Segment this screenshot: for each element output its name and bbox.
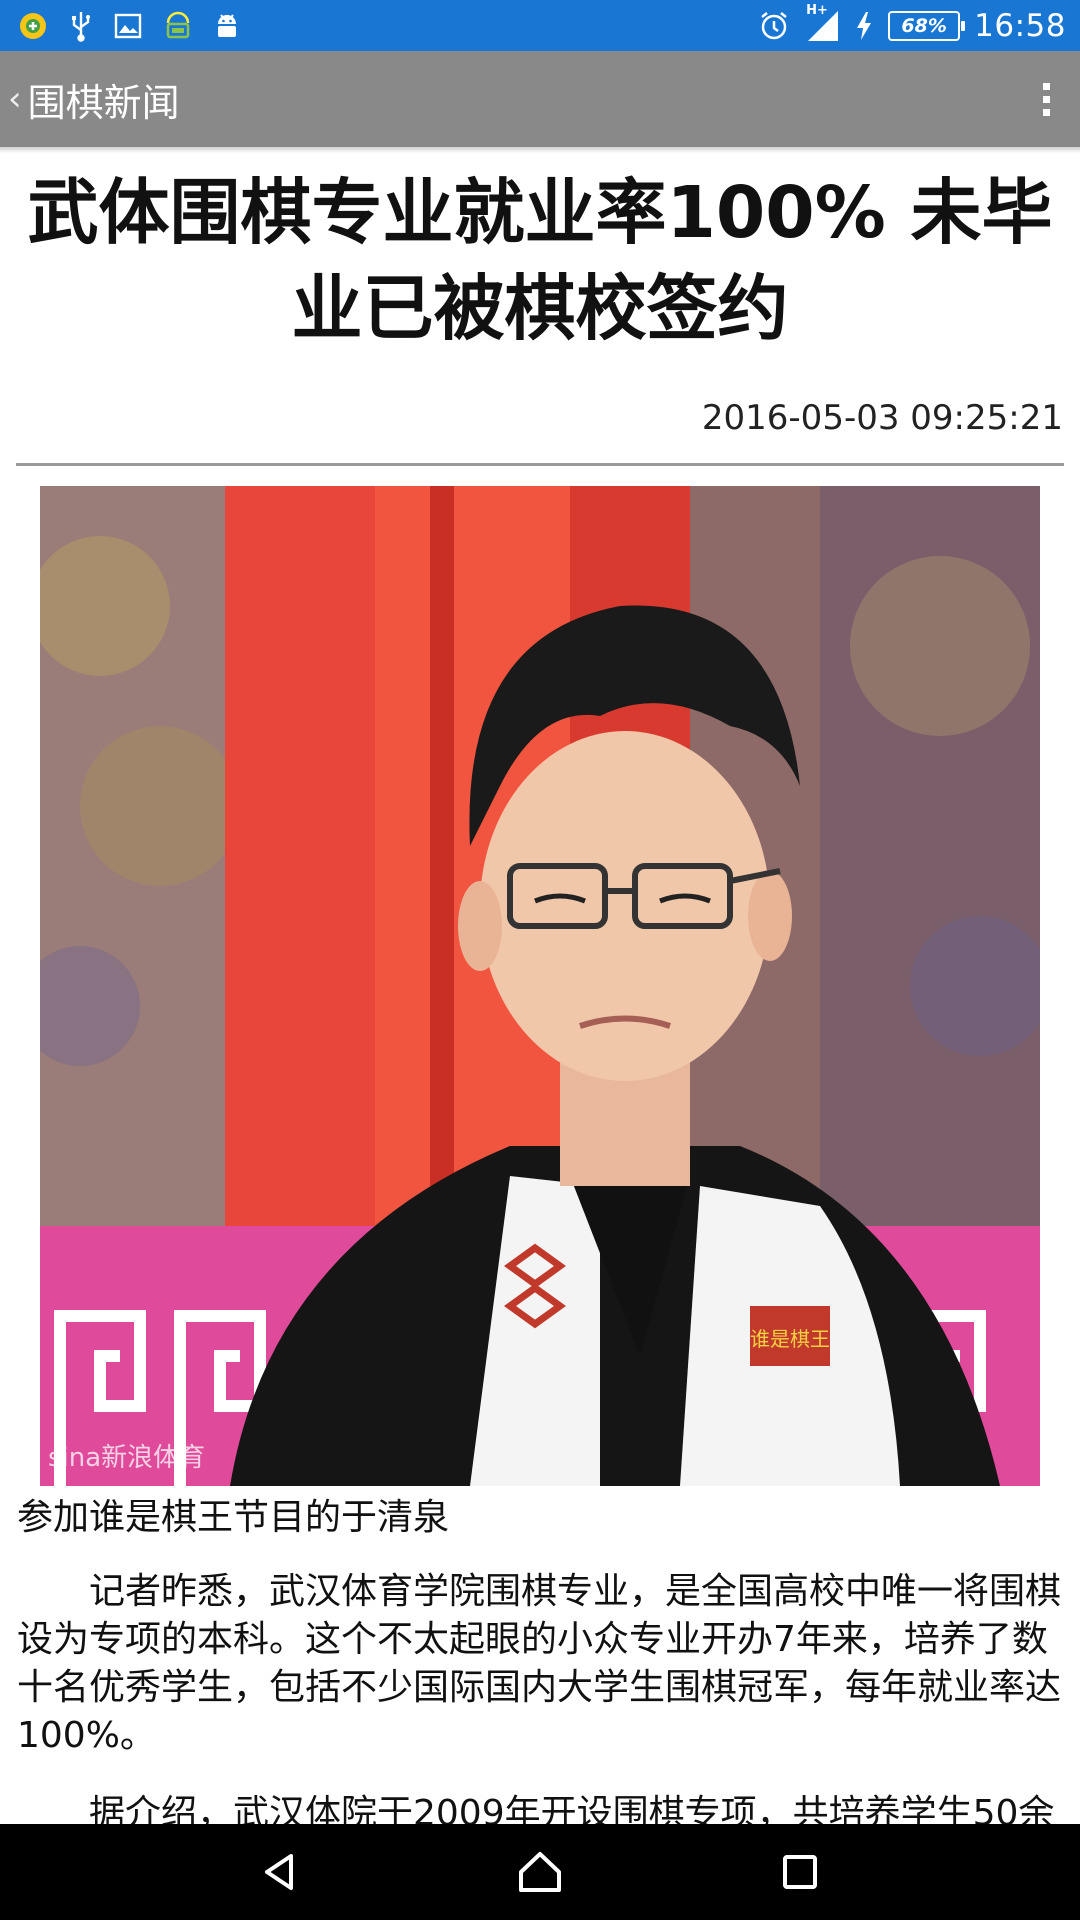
article-photo[interactable]: 谁是棋王 sina新浪体育 [40,486,1040,1486]
image-icon [114,13,142,39]
article-headline: 武体围棋专业就业率100% 未毕业已被棋校签约 [27,171,1053,350]
badge-text: 谁是棋王 [750,1327,830,1351]
up-navigation[interactable]: ‹ 围棋新闻 [0,51,180,147]
app-title: 围棋新闻 [27,80,180,125]
alarm-icon [758,10,790,42]
overflow-menu-icon[interactable] [1016,51,1076,147]
status-bar: H+ 68% 16:58 [0,0,1080,51]
divider [16,463,1064,466]
article-timestamp: 2016-05-03 09:25:21 [701,398,1063,438]
android-icon [214,11,240,41]
status-left-icons [18,9,260,43]
app-icon [18,11,48,41]
nav-home-icon[interactable] [485,1824,595,1920]
charging-icon [854,11,874,41]
battery-percent: 68% [901,14,947,37]
network-type-label: H+ [806,2,828,18]
article-paragraph: 记者昨悉，武汉体育学院围棋专业，是全国高校中唯一将围棋设为专项的本科。这个不太起… [17,1571,1062,1756]
android-debug-icon [162,9,194,43]
photo-caption: 参加谁是棋王节目的于清泉 [17,1497,450,1538]
nav-recents-icon[interactable] [745,1824,855,1920]
status-right-icons: H+ 68% 16:58 [744,3,1066,44]
navigation-bar [0,1824,1080,1920]
back-chevron-icon[interactable]: ‹ [0,79,28,119]
signal-icon: H+ [804,3,840,43]
clock: 16:58 [974,7,1066,44]
photo-watermark: sina新浪体育 [48,1443,205,1473]
app-bar-shadow [0,147,1080,153]
battery-icon: 68% [888,10,966,41]
nav-back-icon[interactable] [225,1824,335,1920]
app-bar: ‹ 围棋新闻 [0,51,1080,147]
usb-icon [68,10,94,42]
